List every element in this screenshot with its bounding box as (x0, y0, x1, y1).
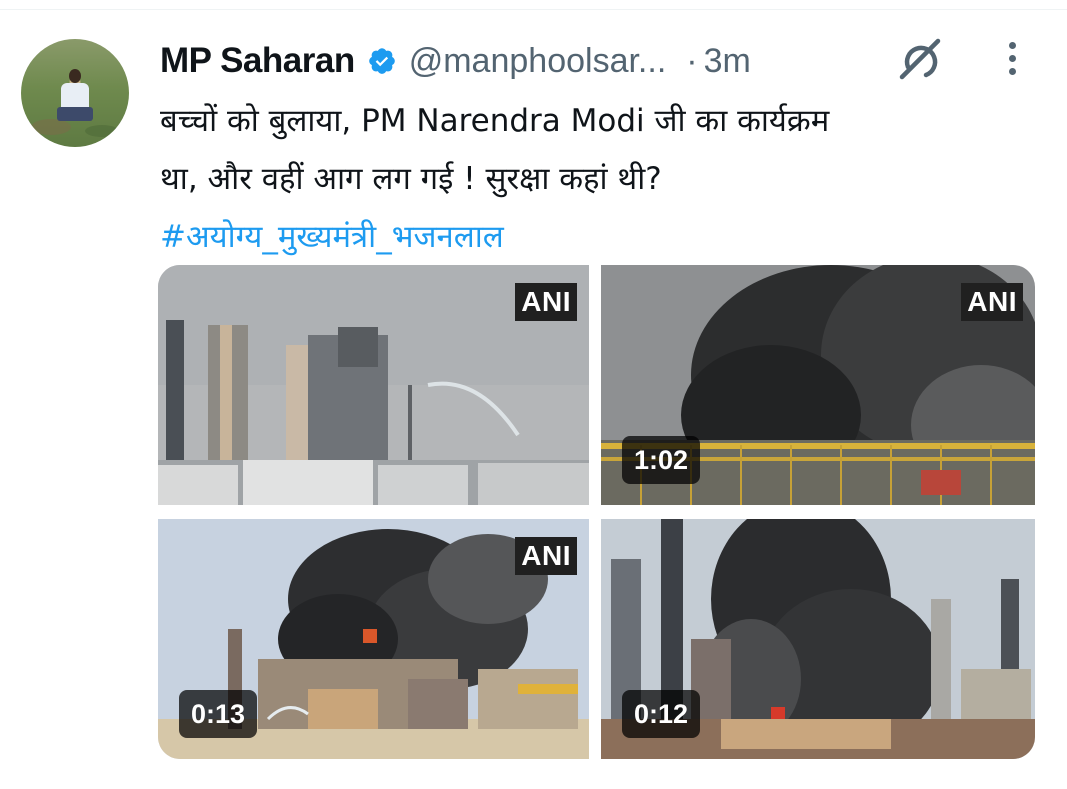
avatar[interactable] (21, 39, 129, 147)
media-video-1[interactable]: ANI (158, 265, 589, 505)
more-options-icon[interactable] (1000, 42, 1024, 80)
ani-watermark: ANI (515, 283, 577, 321)
avatar-person-legs (57, 107, 93, 121)
tweet-text-line-1: बच्चों को बुलाया, PM Narendra Modi जी का… (160, 103, 830, 139)
media-video-4[interactable]: 0:12 (601, 519, 1035, 759)
video-duration: 0:13 (179, 690, 258, 738)
tweet-text-line-2: था, और वहीं आग लग गई ! सुरक्षा कहां थी? (160, 161, 662, 197)
video-duration: 1:02 (622, 436, 701, 484)
media-grid: ANI ANI 1:02 ANI 0:13 0:12 (158, 265, 1035, 759)
avatar-grass (85, 125, 119, 137)
top-divider (0, 9, 1067, 10)
tweet-text: बच्चों को बुलाया, PM Narendra Modi जी का… (160, 92, 1040, 266)
grok-icon[interactable] (896, 37, 944, 81)
timestamp[interactable]: 3m (704, 42, 751, 81)
media-video-3[interactable]: ANI 0:13 (158, 519, 589, 759)
verified-badge-icon (367, 46, 397, 76)
ani-watermark: ANI (515, 537, 577, 575)
avatar-person-body (61, 83, 89, 109)
author-handle[interactable]: @manphoolsar... (409, 42, 667, 81)
video-duration: 0:12 (622, 690, 701, 738)
media-video-2[interactable]: ANI 1:02 (601, 265, 1035, 505)
author-name[interactable]: MP Saharan (160, 41, 355, 81)
ani-watermark: ANI (961, 283, 1023, 321)
hashtag-link[interactable]: #अयोग्य_मुख्यमंत्री_भजनलाल (160, 208, 1040, 266)
separator-dot: · (686, 41, 698, 80)
avatar-person-head (69, 69, 81, 83)
tweet-header: MP Saharan @manphoolsar... · 3m (160, 36, 751, 86)
avatar-ground (31, 119, 71, 135)
